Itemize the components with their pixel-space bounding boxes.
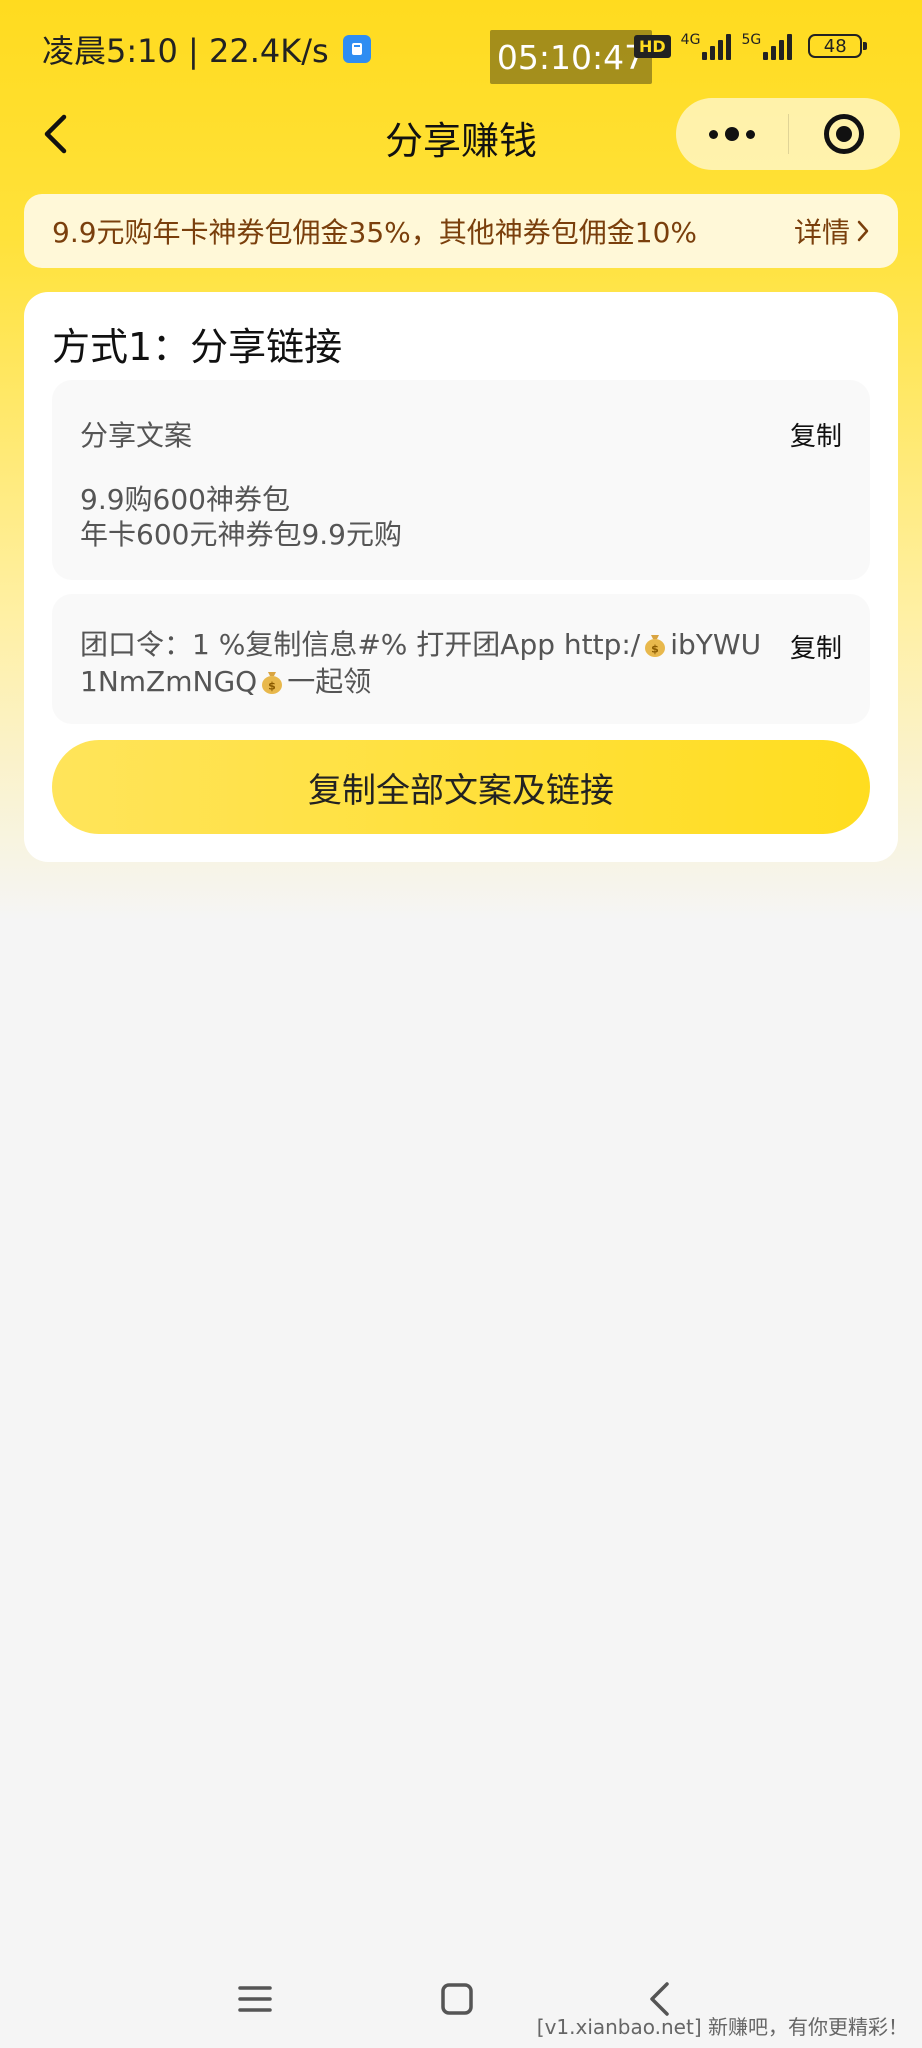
more-dots-icon xyxy=(708,127,755,141)
signal-bars-icon xyxy=(763,32,793,60)
close-miniapp-button[interactable] xyxy=(789,98,901,170)
share-copy-box: 分享文案 复制 9.9购600神券包 年卡600元神券包9.9元购 xyxy=(52,380,870,580)
signal-4g: 4G xyxy=(681,32,732,60)
menu-icon xyxy=(238,1986,272,2012)
share-link-card: 方式1：分享链接 分享文案 复制 9.9购600神券包 年卡600元神券包9.9… xyxy=(24,292,898,862)
commission-banner: 9.9元购年卡神券包佣金35%，其他神券包佣金10% 详情 xyxy=(24,194,898,268)
share-copy-line-1: 9.9购600神券包 xyxy=(80,483,290,516)
svg-text:$: $ xyxy=(268,680,276,693)
notification-app-icon xyxy=(342,35,371,63)
home-square-icon xyxy=(441,1983,473,2015)
watermark: [v1.xianbao.net] 新赚吧，有你更精彩！ xyxy=(536,2015,908,2039)
share-copy-line-2: 年卡600元神券包9.9元购 xyxy=(80,518,402,551)
details-link[interactable]: 详情 xyxy=(794,211,870,251)
signal-5g-label: 5G xyxy=(741,32,762,48)
time-overlay: 05:10:47 xyxy=(490,30,652,84)
copy-all-button[interactable]: 复制全部文案及链接 xyxy=(52,740,870,834)
chevron-right-icon xyxy=(857,220,869,242)
copy-group-code-button[interactable]: 复制 xyxy=(790,628,842,665)
money-bag-icon: $ xyxy=(645,635,666,657)
signal-4g-label: 4G xyxy=(680,32,701,48)
group-code-part-3: 一起领 xyxy=(287,665,372,698)
signal-bars-icon xyxy=(702,32,732,60)
battery-level: 48 xyxy=(823,35,847,57)
details-label: 详情 xyxy=(793,216,850,249)
status-time-speed: 凌晨5:10 | 22.4K/s xyxy=(42,32,329,70)
svg-text:$: $ xyxy=(651,643,659,656)
miniapp-capsule xyxy=(676,98,900,170)
status-bar: 凌晨5:10 | 22.4K/s 05:10:47 HD 4G 5G 48 xyxy=(0,0,922,92)
share-copy-content: 9.9购600神券包 年卡600元神券包9.9元购 xyxy=(80,482,402,552)
more-button[interactable] xyxy=(676,98,788,170)
group-code-part-1: 团口令：1 %复制信息#% 打开团App http:/ xyxy=(80,628,641,661)
money-bag-icon: $ xyxy=(262,672,283,694)
nav-bar: 分享赚钱 xyxy=(0,92,922,178)
hd-voice-icon: HD xyxy=(634,34,671,58)
card-title: 方式1：分享链接 xyxy=(52,325,343,369)
share-copy-label: 分享文案 xyxy=(80,419,193,452)
group-code-box: 团口令：1 %复制信息#% 打开团App http:/$ ibYWU1NmZmNG… xyxy=(52,594,870,724)
status-left: 凌晨5:10 | 22.4K/s xyxy=(42,26,371,72)
group-code-text: 团口令：1 %复制信息#% 打开团App http:/$ ibYWU1NmZmNG… xyxy=(80,626,770,700)
signal-5g: 5G xyxy=(741,32,793,60)
commission-text: 9.9元购年卡神券包佣金35%，其他神券包佣金10% xyxy=(52,216,698,249)
status-right: HD 4G 5G 48 xyxy=(634,28,868,64)
target-icon xyxy=(824,114,865,154)
battery-icon: 48 xyxy=(808,34,868,58)
copy-share-copy-button[interactable]: 复制 xyxy=(790,416,842,453)
system-nav-bar: [v1.xianbao.net] 新赚吧，有你更精彩！ xyxy=(0,1936,922,2048)
recent-apps-button[interactable] xyxy=(230,1974,280,2024)
home-button[interactable] xyxy=(432,1974,482,2024)
